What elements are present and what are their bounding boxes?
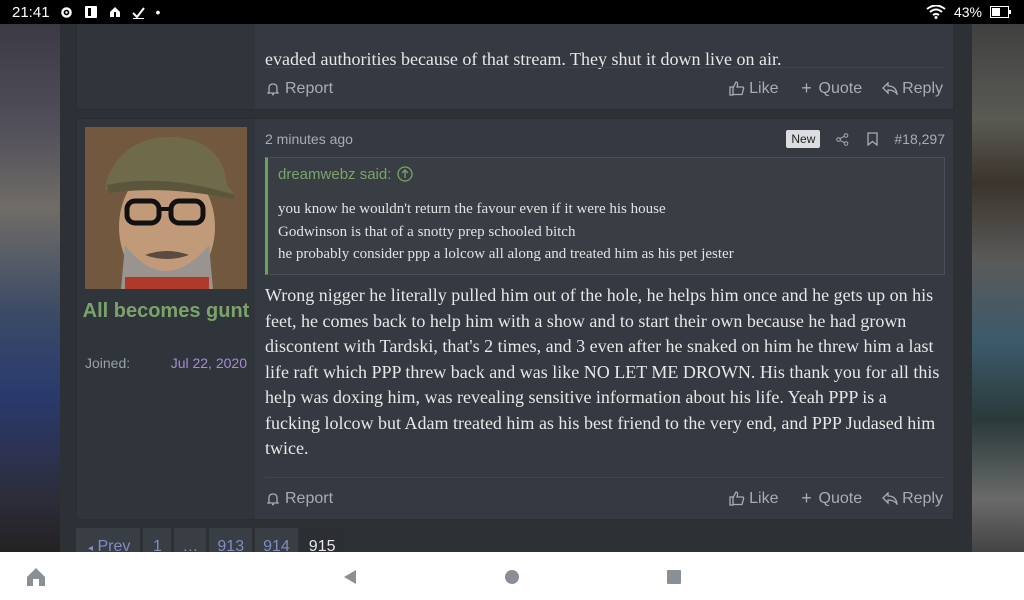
arrow-up-circle-icon[interactable] [397,166,414,182]
thread-page: evaded authorities because of that strea… [60,24,972,552]
share-icon[interactable] [834,131,850,147]
caret-left-icon: ◂ [88,543,94,552]
username-link[interactable]: All becomes gunt [77,297,255,325]
quote-button[interactable]: + Quote [799,488,862,508]
joined-label: Joined: [85,355,131,371]
reply-button[interactable]: Reply [882,490,943,508]
bookmark-icon[interactable] [864,131,880,147]
more-dot-icon: • [155,4,161,20]
user-column: All becomes gunt Joined: Jul 22, 2020 [77,119,255,519]
recents-icon[interactable] [663,566,685,588]
post-time-link[interactable]: 2 minutes ago [265,131,353,147]
like-button[interactable]: Like [729,80,779,98]
thumbs-up-icon [729,491,745,507]
page-link[interactable]: 914 [255,528,298,552]
home-alert-icon [108,5,122,19]
thumbs-up-icon [729,81,745,97]
post-body: Wrong nigger he literally pulled him out… [265,285,940,458]
quote-line: you know he wouldn't return the favour e… [278,201,666,217]
home-icon[interactable] [501,566,523,588]
bell-icon [265,81,281,97]
plus-icon: + [801,488,812,508]
app-home-icon[interactable] [25,566,47,588]
post-meta: 2 minutes ago New #18,297 [265,127,945,151]
joined-info: Joined: Jul 22, 2020 [85,355,247,371]
settings-gear-icon [60,5,74,19]
report-button[interactable]: Report [265,80,333,98]
report-button[interactable]: Report [265,490,333,508]
new-badge: New [786,130,821,148]
background-right [972,24,1024,552]
page-current[interactable]: 915 [300,528,344,552]
check-icon [132,5,146,19]
bell-icon [265,491,281,507]
post-number-link[interactable]: #18,297 [894,131,945,147]
joined-date: Jul 22, 2020 [170,355,247,371]
quote-line: he probably consider ppp a lolcow all al… [278,246,734,262]
quote-author: dreamwebz said: [278,165,392,183]
battery-icon [990,5,1012,19]
reply-arrow-icon [882,81,898,97]
back-icon[interactable] [339,566,361,588]
wifi-icon [926,5,946,19]
background-left [0,24,60,552]
plus-icon: + [801,78,812,98]
news-icon [84,5,98,19]
quote-header[interactable]: dreamwebz said: [268,158,944,190]
reply-button[interactable]: Reply [882,80,943,98]
page-link[interactable]: 913 [209,528,253,552]
status-bar: 21:41 • 43% [0,0,1024,24]
quote-body: you know he wouldn't return the favour e… [268,190,944,274]
system-nav-bar [0,552,1024,600]
user-column [77,24,255,109]
like-button[interactable]: Like [729,490,779,508]
page-ellipsis[interactable]: … [174,528,207,552]
reply-arrow-icon [882,491,898,507]
post: All becomes gunt Joined: Jul 22, 2020 2 … [76,118,954,520]
quote-line: Godwinson is that of a snotty prep schoo… [278,223,576,240]
battery-percent: 43% [953,4,982,20]
prev-page-button[interactable]: ◂ Prev [76,528,141,552]
post-action-bar: Report Like + Quote Reply [265,67,945,109]
post-action-bar: Report Like + Quote Reply [265,477,945,519]
quote-button[interactable]: + Quote [799,78,862,98]
clock: 21:41 [12,3,50,21]
quote-block: dreamwebz said: you know he wouldn't ret… [265,157,945,275]
pagination: ◂ Prev 1 … 913 914 915 [76,528,344,552]
previous-post: evaded authorities because of that strea… [76,24,954,110]
avatar[interactable] [85,127,247,289]
page-link[interactable]: 1 [143,528,172,552]
